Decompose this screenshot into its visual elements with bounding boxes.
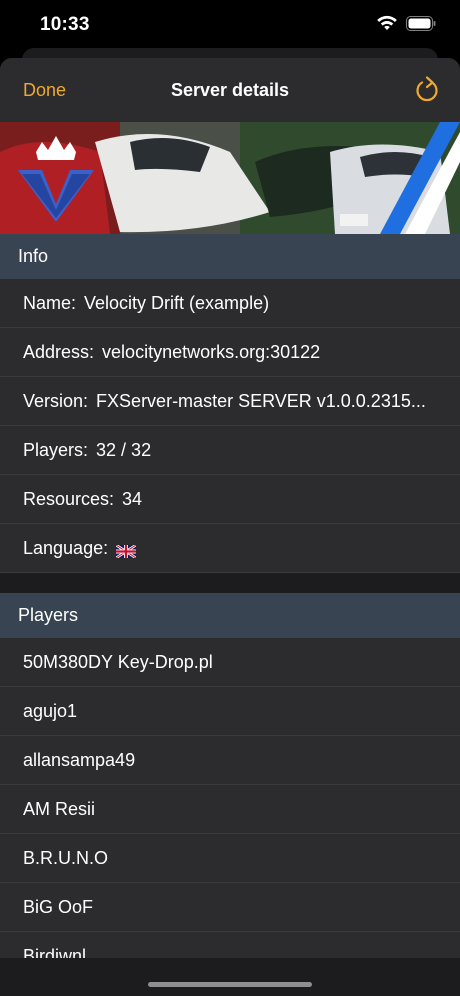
info-label: Name: — [23, 292, 77, 313]
info-row-address[interactable]: Address: velocitynetworks.org:30122 — [0, 328, 460, 377]
status-bar: 10:33 — [0, 0, 460, 48]
uk-flag-icon — [115, 542, 137, 559]
server-banner-image — [0, 122, 460, 234]
info-label: Language: — [23, 537, 109, 558]
wifi-icon — [376, 15, 398, 31]
refresh-icon[interactable] — [414, 76, 440, 104]
info-row-players: Players: 32 / 32 — [0, 426, 460, 475]
status-icons — [376, 15, 436, 31]
players-section-header: Players — [0, 593, 460, 638]
section-spacer — [0, 573, 460, 593]
info-label: Version: — [23, 390, 89, 411]
info-value: FXServer-master SERVER v1.0.0.2315... — [96, 390, 426, 411]
player-row[interactable]: AM Resii — [0, 785, 460, 834]
player-row[interactable]: agujo1 — [0, 687, 460, 736]
info-value: 34 — [122, 488, 143, 509]
player-row[interactable]: BiG OoF — [0, 883, 460, 932]
server-details-sheet: Done Server details Info Name: Velocity … — [0, 58, 460, 996]
info-row-version: Version: FXServer-master SERVER v1.0.0.2… — [0, 377, 460, 426]
info-label: Address: — [23, 341, 95, 362]
nav-bar: Done Server details — [0, 58, 460, 122]
player-row[interactable]: allansampa49 — [0, 736, 460, 785]
player-row[interactable]: B.R.U.N.O — [0, 834, 460, 883]
info-label: Resources: — [23, 488, 115, 509]
info-row-language: Language: — [0, 524, 460, 573]
home-indicator-area — [0, 958, 460, 996]
info-section-header: Info — [0, 234, 460, 279]
home-indicator[interactable] — [148, 982, 312, 987]
status-time: 10:33 — [40, 14, 90, 35]
info-value: 32 / 32 — [96, 439, 152, 460]
info-label: Players: — [23, 439, 89, 460]
battery-icon — [406, 15, 436, 31]
info-row-name: Name: Velocity Drift (example) — [0, 279, 460, 328]
page-title: Server details — [170, 80, 290, 100]
info-value: Velocity Drift (example) — [84, 292, 270, 313]
player-row[interactable]: 50M380DY Key-Drop.pl — [0, 638, 460, 687]
info-row-resources: Resources: 34 — [0, 475, 460, 524]
info-value: velocitynetworks.org:30122 — [102, 341, 321, 362]
